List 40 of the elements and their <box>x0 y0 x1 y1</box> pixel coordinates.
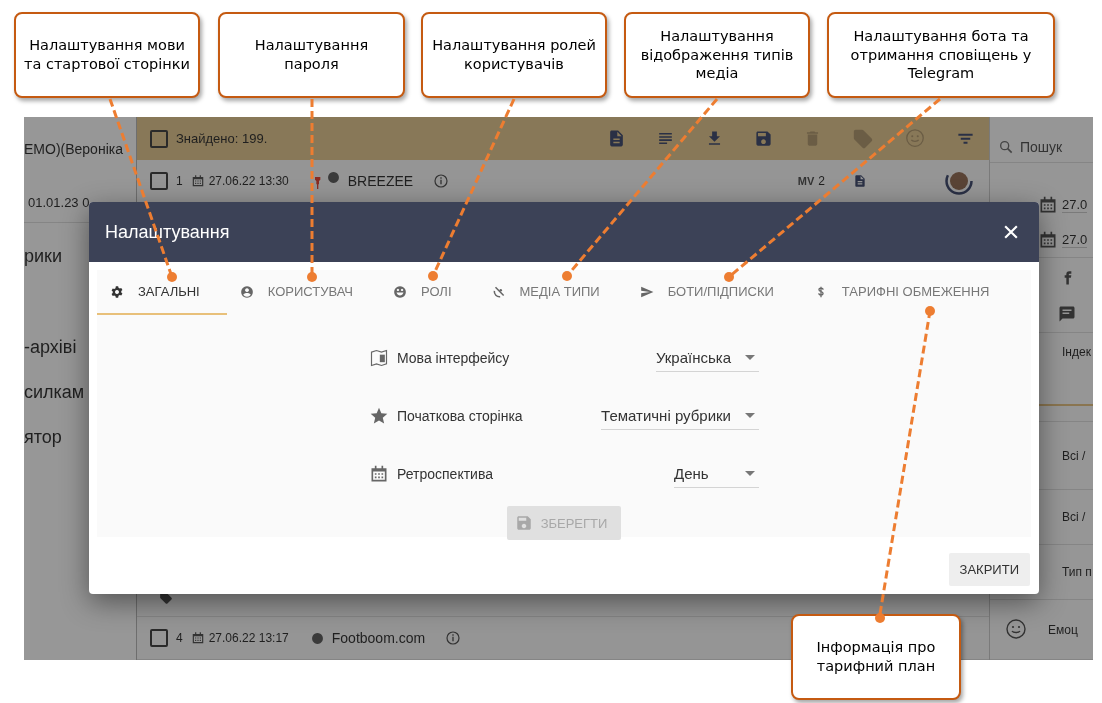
filter-label[interactable]: Тип п <box>1062 565 1092 579</box>
dropdown[interactable]: День <box>674 464 759 488</box>
source-name[interactable]: Footboom.com <box>331 630 426 646</box>
menu-item[interactable]: рики <box>24 246 62 267</box>
date-field[interactable]: 27.0 <box>1062 231 1088 248</box>
tab[interactable]: МЕДІА ТИПИ <box>478 270 627 315</box>
dialog-title: Налаштування <box>105 221 230 243</box>
close-button[interactable]: ЗАКРИТИ <box>948 553 1030 586</box>
row-number: 1 <box>176 174 183 188</box>
row-date: 27.06.22 13:17 <box>208 631 289 645</box>
date-field[interactable]: 27.0 <box>1062 196 1088 213</box>
dropdown[interactable]: Українська <box>655 348 759 372</box>
filter-label[interactable]: Емоц <box>1048 622 1078 637</box>
field-label: Мова інтерфейсу <box>397 350 511 366</box>
tab[interactable]: БОТИ/ПІДПИСКИ <box>626 270 801 315</box>
media-label: MV <box>797 175 815 187</box>
filter-label[interactable]: Всі / <box>1062 510 1086 524</box>
search-field[interactable]: Пошук <box>990 131 1093 163</box>
filter-label[interactable]: Всі / <box>1062 448 1086 463</box>
callout-text: Налаштування мови та стартової сторінки <box>24 36 190 74</box>
callout-text: Налаштування ролей користувачів <box>431 36 597 74</box>
field-label: Ретроспектива <box>397 466 494 482</box>
row-date: 27.06.22 13:30 <box>208 174 289 188</box>
menu-item[interactable]: ятор <box>24 427 62 448</box>
row-number: 4 <box>176 631 183 645</box>
results-count: Знайдено: 199. <box>176 131 268 146</box>
filter-label[interactable]: Індек <box>1062 345 1091 359</box>
callout-text: Налаштування відображення типів медіа <box>639 26 795 84</box>
user-name: ЕМО)(Вероніка <box>24 141 123 157</box>
callout-text: Налаштування бота та отримання сповіщень у Telegram <box>849 26 1033 84</box>
field-label: Початкова сторінка <box>397 408 524 424</box>
menu-item[interactable]: силкам <box>24 382 85 403</box>
dropdown[interactable]: Тематичні рубрики <box>601 406 759 430</box>
callout-text: Налаштування пароля <box>253 36 370 74</box>
menu-item[interactable]: -архіві <box>24 337 77 358</box>
tab[interactable]: ТАРИФНІ ОБМЕЖЕННЯ <box>800 270 1017 315</box>
source-name[interactable]: BREEZEE <box>347 173 414 189</box>
date-range: 01.01.23 0 <box>28 195 91 210</box>
tab[interactable]: РОЛІ <box>380 270 479 315</box>
media-count: 2 <box>818 174 825 188</box>
